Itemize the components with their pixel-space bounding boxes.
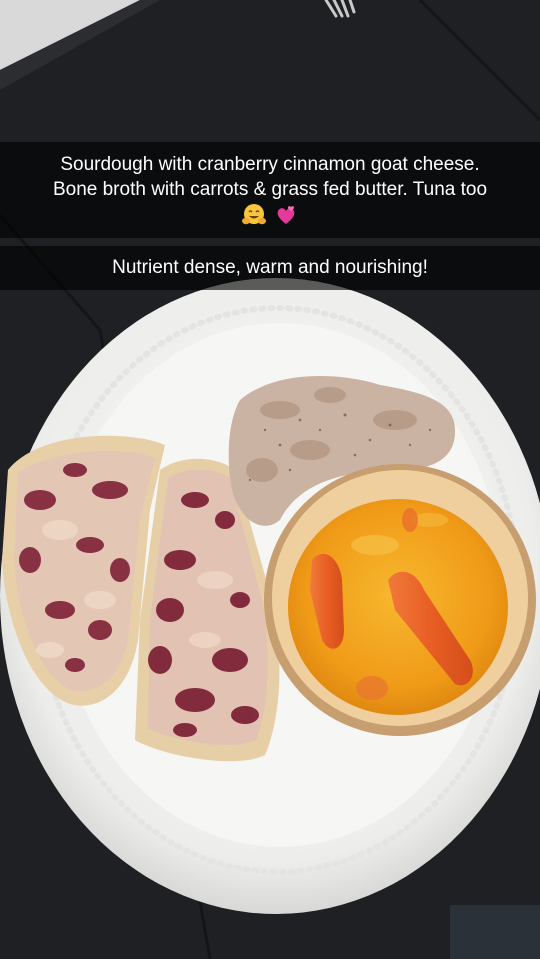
floor-corner	[450, 905, 540, 959]
revolving-hearts-emoji-icon	[277, 206, 294, 224]
caption-line-2: Bone broth with carrots & grass fed butt…	[52, 179, 488, 200]
caption-bar-top: Sourdough with cranberry cinnamon goat c…	[0, 142, 540, 238]
caption-line-1: Sourdough with cranberry cinnamon goat c…	[60, 154, 480, 175]
snap-photo: Sourdough with cranberry cinnamon goat c…	[0, 0, 540, 959]
broth-bowl	[264, 464, 536, 736]
caption-emojis	[0, 202, 540, 227]
hugging-face-emoji-icon	[242, 203, 267, 225]
caption-bar-bottom: Nutrient dense, warm and nourishing!	[0, 246, 540, 290]
caption-second-line: Nutrient dense, warm and nourishing!	[112, 257, 428, 278]
